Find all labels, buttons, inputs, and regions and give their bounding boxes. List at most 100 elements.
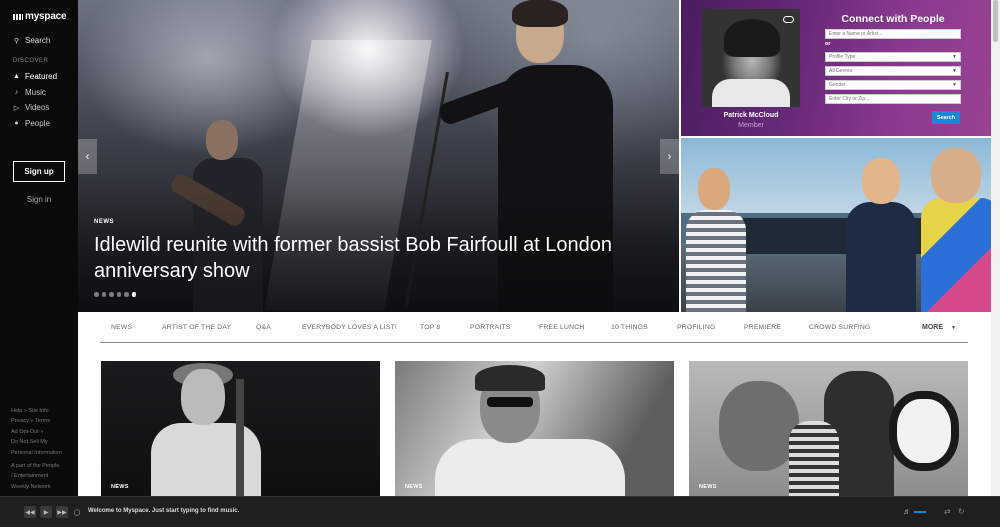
- footer-link[interactable]: Personal Information: [11, 448, 62, 458]
- sidebar-item-label: Featured: [25, 72, 58, 81]
- sidebar-item-label: Music: [25, 88, 46, 97]
- footer-link[interactable]: Help » Site Info: [11, 406, 62, 416]
- carousel-dot[interactable]: [101, 292, 106, 297]
- person-figure: [846, 158, 916, 312]
- profile-type-select[interactable]: Profile Type ▼: [825, 52, 961, 62]
- hero-carousel[interactable]: NEWS Idlewild reunite with former bassis…: [78, 0, 679, 312]
- sidebar-item-people[interactable]: ● People: [13, 119, 50, 128]
- chevron-down-icon: ▼: [952, 54, 957, 60]
- player-message: Welcome to Myspace. Just start typing to…: [88, 508, 240, 514]
- footer-link[interactable]: Privacy » Terms: [11, 416, 62, 426]
- scrollbar-thumb[interactable]: [993, 0, 998, 42]
- article-card[interactable]: NEWS: [689, 361, 968, 496]
- footer-link[interactable]: Do Not Sell My: [11, 437, 62, 447]
- connect-icon[interactable]: ◯: [71, 506, 83, 518]
- search-icon: ⚲: [13, 37, 20, 45]
- volume-icon[interactable]: ♬: [903, 507, 911, 516]
- member-role: Member: [738, 122, 764, 129]
- sidebar-item-videos[interactable]: ▷ Videos: [13, 103, 50, 112]
- video-icon: ▷: [13, 104, 20, 112]
- chevron-down-icon: ▼: [952, 68, 957, 74]
- hero-title[interactable]: Idlewild reunite with former bassist Bob…: [94, 232, 679, 284]
- card-tag: NEWS: [405, 484, 423, 490]
- sidebar-search-label: Search: [25, 36, 51, 45]
- card-tag: NEWS: [111, 484, 129, 490]
- carousel-dots: [94, 292, 136, 297]
- member-name[interactable]: Patrick McCloud: [702, 112, 800, 119]
- genre-select[interactable]: All Genres ▼: [825, 66, 961, 76]
- genre-value: All Genres: [829, 68, 853, 74]
- carousel-dot[interactable]: [116, 292, 121, 297]
- footer-network-text: Weekly Network: [11, 483, 51, 490]
- footer-network-text: A part of the People: [11, 463, 60, 470]
- signup-button[interactable]: Sign up: [13, 161, 65, 182]
- sidebar: myspace ⚲ Search DISCOVER ▲ Featured ♪ M…: [0, 0, 78, 496]
- discover-heading: DISCOVER: [13, 58, 49, 64]
- tab-top-8[interactable]: TOP 8: [420, 324, 440, 331]
- tab-artist-of-the-day[interactable]: ARTIST OF THE DAY: [162, 324, 231, 331]
- location-placeholder: Enter City or Zip...: [829, 96, 870, 102]
- carousel-prev-arrow-icon[interactable]: ‹: [78, 139, 97, 174]
- name-search-input[interactable]: Enter a Name or Artist...: [825, 29, 961, 39]
- music-note-icon: ♪: [14, 89, 19, 96]
- previous-track-icon[interactable]: ◀◀: [24, 506, 36, 518]
- shuffle-icon[interactable]: ⇄: [944, 507, 951, 516]
- chevron-down-icon: ▼: [952, 82, 957, 88]
- tab-everybody-loves-a-list[interactable]: EVERYBODY LOVES A LIST!: [302, 324, 397, 331]
- member-photo[interactable]: [702, 9, 800, 107]
- carousel-dot[interactable]: [94, 292, 99, 297]
- next-track-icon[interactable]: ▶▶: [56, 506, 68, 518]
- tab-profiling[interactable]: PROFILING: [677, 324, 715, 331]
- sidebar-item-label: People: [25, 119, 50, 128]
- play-icon[interactable]: ▶: [40, 506, 52, 518]
- tab-free-lunch[interactable]: FREE LUNCH: [539, 324, 584, 331]
- hero-tag: NEWS: [94, 219, 114, 225]
- member-badge-icon: [783, 16, 794, 23]
- tab-news[interactable]: NEWS: [111, 324, 132, 331]
- tab-portraits[interactable]: PORTRAITS: [470, 324, 511, 331]
- or-label: or: [825, 41, 831, 47]
- category-nav: NEWS ARTIST OF THE DAY Q&A EVERYBODY LOV…: [100, 313, 968, 343]
- carousel-next-arrow-icon[interactable]: ›: [660, 139, 679, 174]
- logo-text: myspace: [25, 11, 67, 22]
- carousel-dot-active[interactable]: [131, 292, 136, 297]
- music-player-bar: ◀◀ ▶ ▶▶ ◯ Welcome to Myspace. Just start…: [0, 496, 1000, 527]
- myspace-app: myspace ⚲ Search DISCOVER ▲ Featured ♪ M…: [0, 0, 1000, 527]
- tab-10-things[interactable]: 10 THINGS: [611, 324, 648, 331]
- sidebar-item-music[interactable]: ♪ Music: [13, 88, 46, 97]
- gender-select[interactable]: Gender ▼: [825, 80, 961, 90]
- tab-qa[interactable]: Q&A: [256, 324, 271, 331]
- more-dropdown[interactable]: MORE ▼: [922, 324, 956, 331]
- people-icon: ●: [14, 120, 19, 127]
- repeat-icon[interactable]: ↻: [958, 507, 965, 516]
- card-tag: NEWS: [699, 484, 717, 490]
- profile-type-value: Profile Type: [829, 54, 856, 60]
- person-figure: [686, 168, 746, 312]
- featured-video-image[interactable]: [681, 138, 991, 312]
- tab-crowd-surfing[interactable]: CROWD SURFING: [809, 324, 871, 331]
- name-search-placeholder: Enter a Name or Artist...: [829, 31, 883, 37]
- article-card[interactable]: NEWS: [101, 361, 380, 496]
- footer-link[interactable]: Ad Opt-Out »: [11, 427, 62, 437]
- tab-premiere[interactable]: PREMIERE: [744, 324, 781, 331]
- connect-with-people-panel: Patrick McCloud Member Connect with Peop…: [681, 0, 991, 136]
- logo-mark-icon: [13, 13, 23, 20]
- chevron-down-icon: ▼: [951, 325, 956, 331]
- location-input[interactable]: Enter City or Zip...: [825, 94, 961, 104]
- carousel-dot[interactable]: [124, 292, 129, 297]
- page-scrollbar[interactable]: [991, 0, 1000, 496]
- sidebar-search[interactable]: ⚲ Search: [13, 36, 50, 45]
- sidebar-item-featured[interactable]: ▲ Featured: [13, 72, 57, 81]
- connect-search-button[interactable]: Search: [932, 111, 960, 124]
- gender-value: Gender: [829, 82, 846, 88]
- carousel-dot[interactable]: [109, 292, 114, 297]
- flame-icon: ▲: [13, 73, 20, 80]
- footer-links: Help » Site Info Privacy » Terms Ad Opt-…: [11, 406, 62, 492]
- footer-network-text: / Entertainment: [11, 473, 49, 480]
- sidebar-item-label: Videos: [25, 103, 50, 112]
- signin-link[interactable]: Sign in: [0, 195, 78, 204]
- volume-slider[interactable]: [914, 511, 926, 513]
- myspace-logo[interactable]: myspace: [13, 11, 67, 22]
- connect-title: Connect with People: [841, 13, 945, 25]
- article-card[interactable]: NEWS: [395, 361, 674, 496]
